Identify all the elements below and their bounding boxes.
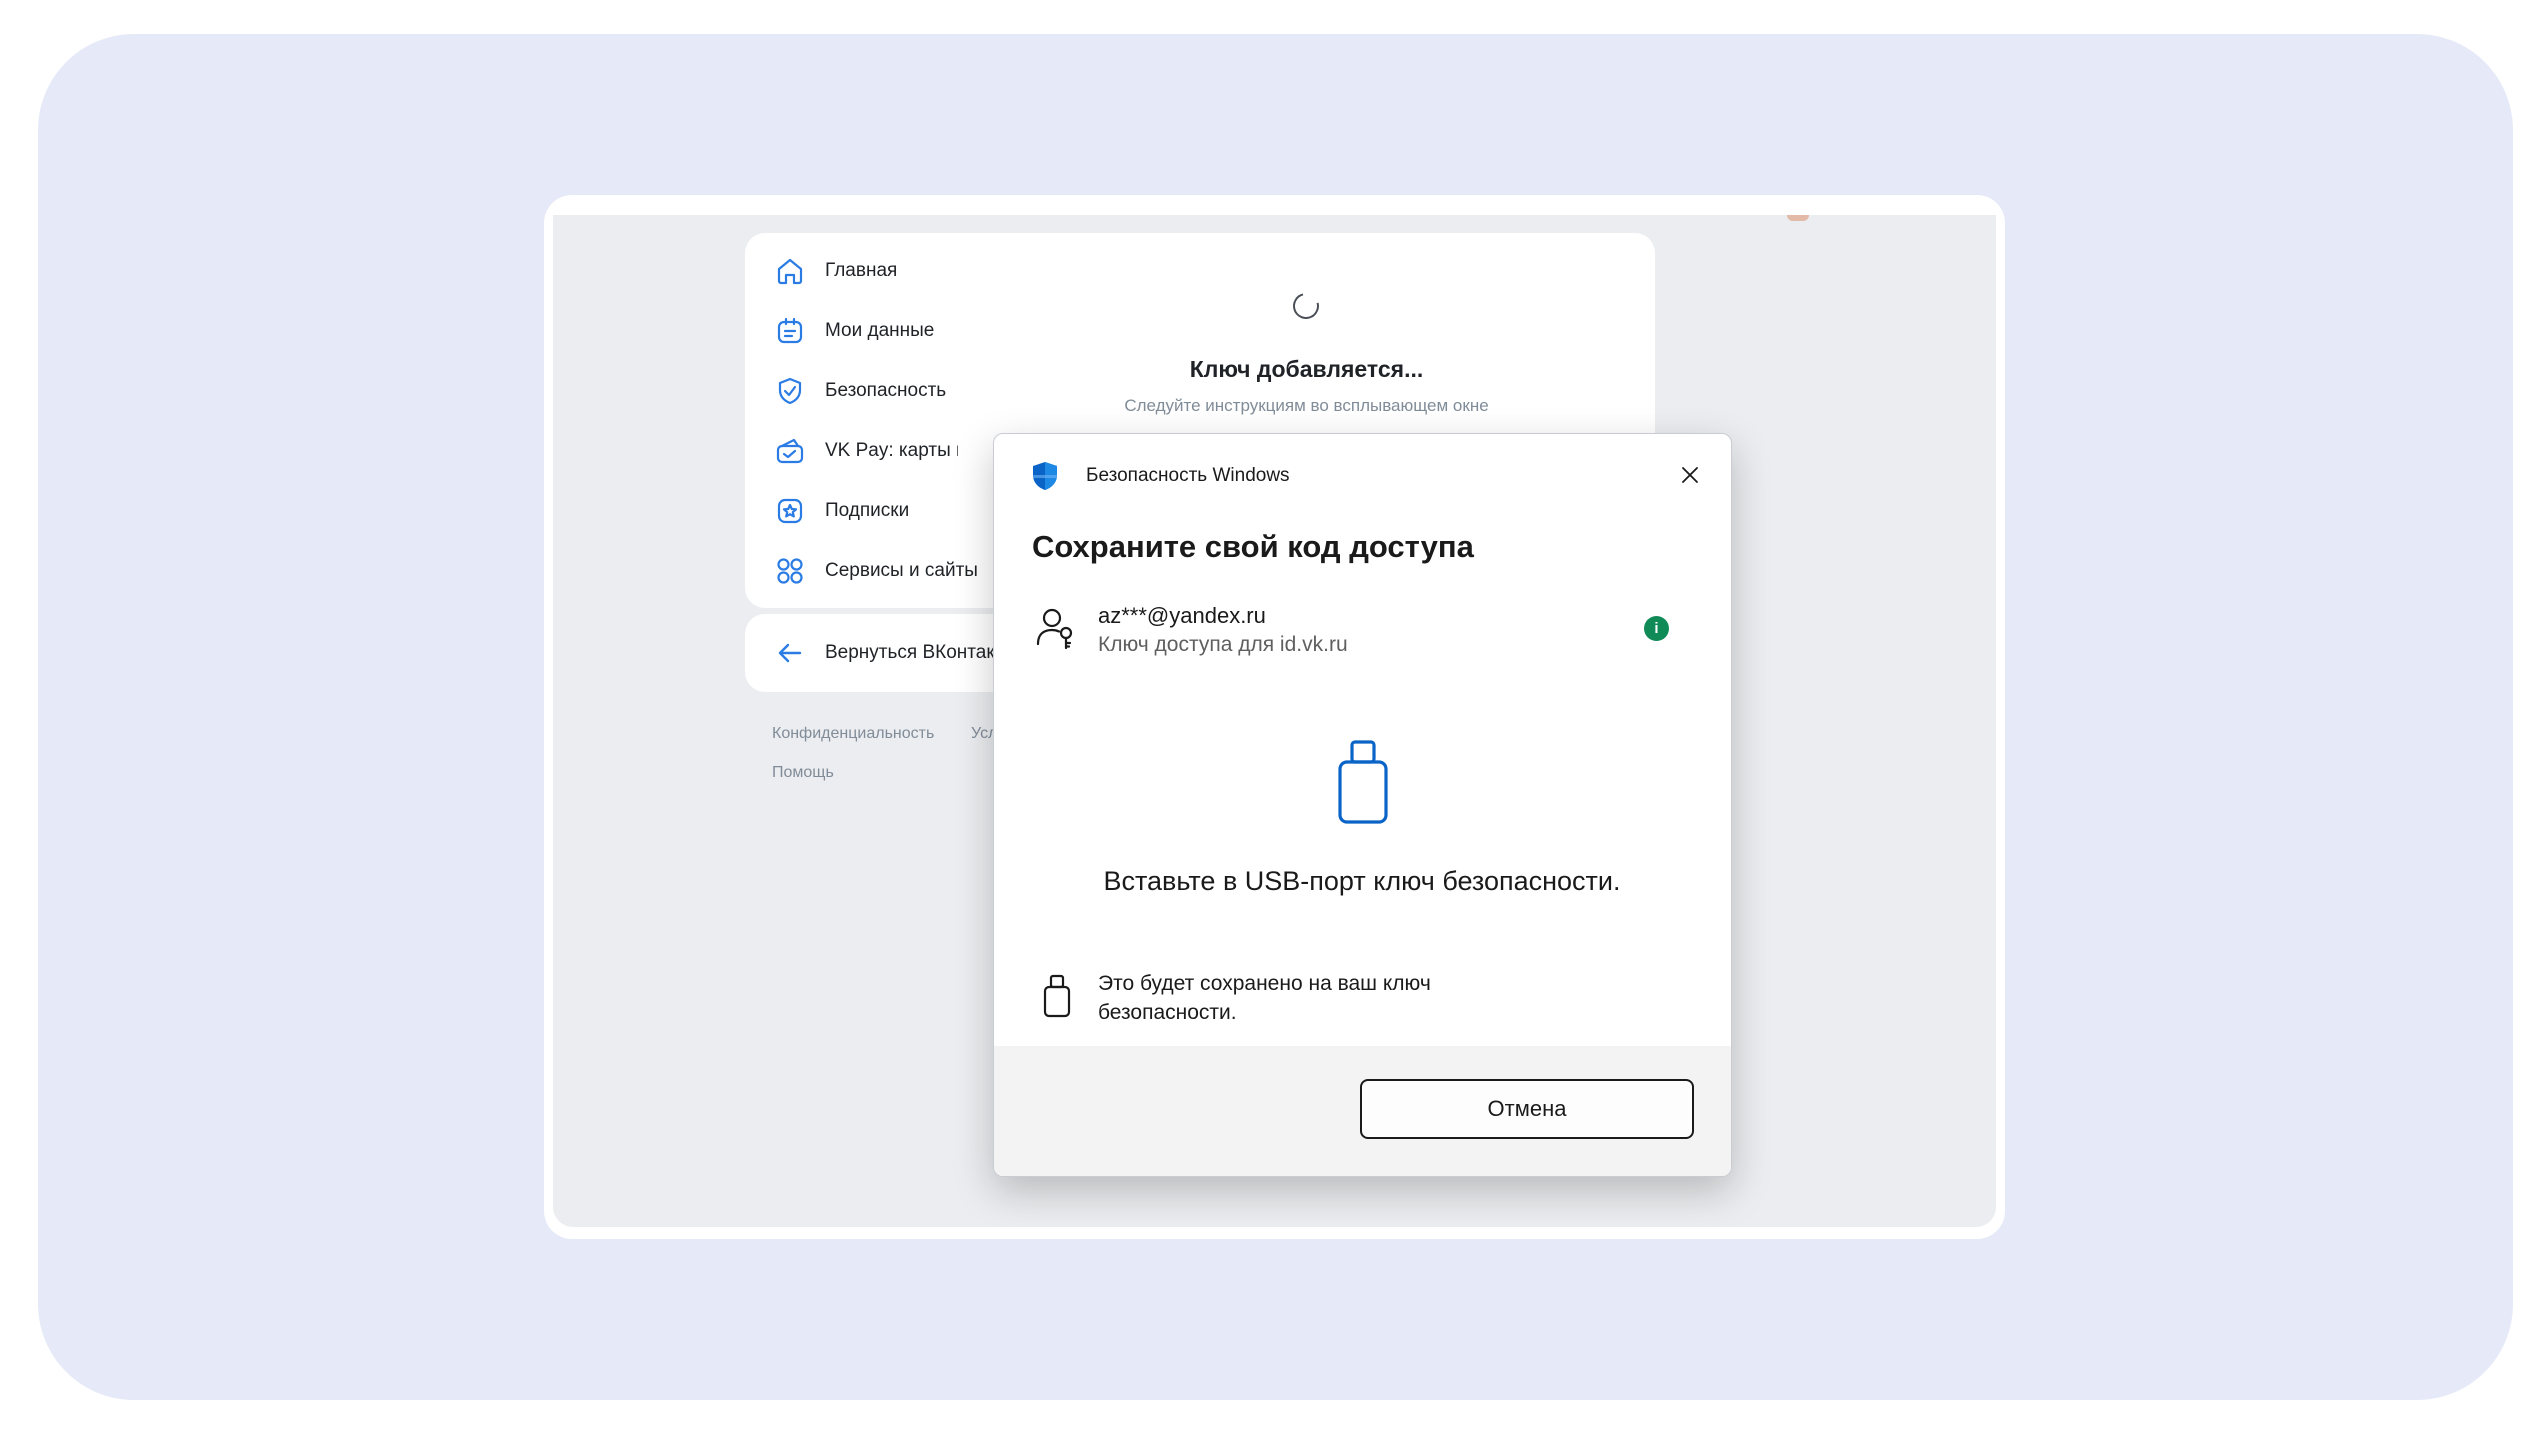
dialog-note: Это будет сохранено на ваш ключ безопасн… xyxy=(1098,972,1431,1024)
avatar-edge xyxy=(1787,215,1809,221)
dialog-heading: Сохраните свой код доступа xyxy=(1032,529,1474,564)
windows-security-shield-icon xyxy=(1032,461,1058,491)
privacy-link[interactable]: Конфиденциальность xyxy=(772,725,934,743)
account-email: az***@yandex.ru xyxy=(1098,603,1266,628)
dialog-window-title: Безопасность Windows xyxy=(1086,465,1290,486)
sidebar-item-label: Безопасность xyxy=(825,380,947,401)
back-to-vk-label: Вернуться ВКонтакте xyxy=(825,642,1014,663)
dialog-footer: Отмена xyxy=(994,1046,1731,1176)
usb-key-icon xyxy=(1335,739,1391,825)
account-subtitle: Ключ доступа для id.vk.ru xyxy=(1098,633,1348,656)
close-icon[interactable] xyxy=(1675,460,1705,490)
home-icon xyxy=(773,254,807,288)
user-key-icon xyxy=(1036,606,1076,650)
info-icon[interactable]: i xyxy=(1644,616,1669,641)
loading-spinner-icon xyxy=(1288,288,1324,324)
usb-small-icon xyxy=(1042,974,1072,1018)
help-link[interactable]: Помощь xyxy=(772,764,834,782)
cancel-button[interactable]: Отмена xyxy=(1360,1079,1694,1139)
sidebar-item-label: Сервисы и сайты xyxy=(825,560,978,581)
windows-security-dialog: Безопасность Windows Сохраните свой код … xyxy=(993,433,1732,1177)
arrow-left-icon xyxy=(773,636,807,670)
status-subtitle: Следуйте инструкциям во всплывающем окне xyxy=(1124,396,1489,415)
apps-grid-icon xyxy=(773,554,807,588)
sidebar-item-label: Мои данные xyxy=(825,320,935,341)
status-title: Ключ добавляется... xyxy=(1189,356,1424,382)
id-card-icon xyxy=(773,314,807,348)
sidebar-item-label: Подписки xyxy=(825,500,910,521)
wallet-icon xyxy=(773,434,807,468)
shield-icon xyxy=(773,374,807,408)
star-icon xyxy=(773,494,807,528)
sidebar-item-label: Главная xyxy=(825,260,898,281)
dialog-instruction: Вставьте в USB-порт ключ безопасности. xyxy=(1103,866,1621,896)
